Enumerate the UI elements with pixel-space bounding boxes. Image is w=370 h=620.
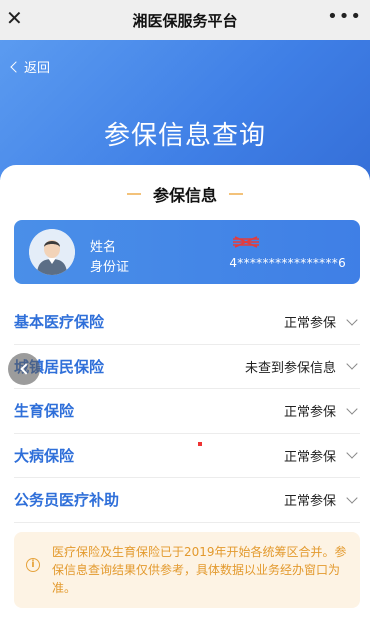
chevron-left-icon <box>19 363 32 375</box>
redacted-name <box>233 236 259 248</box>
chevron-down-icon <box>346 403 358 415</box>
app-title: 湘医保服务平台 <box>132 11 238 30</box>
notice-box: i 医疗保险及生育保险已于2019年开始各统筹区合并。参保信息查询结果仅供参考，… <box>14 532 360 608</box>
avatar <box>29 229 75 275</box>
hero-banner: 返回 参保信息查询 <box>0 40 370 180</box>
info-icon: i <box>26 558 40 572</box>
back-label: 返回 <box>24 61 51 76</box>
chevron-down-icon <box>346 447 358 459</box>
insurance-name: 大病保险 <box>14 446 75 465</box>
insurance-row-civil-servant[interactable]: 公务员医疗补助 正常参保 <box>14 478 360 523</box>
insurance-status: 正常参保 <box>283 494 336 510</box>
floating-back-button[interactable] <box>8 353 40 385</box>
page-title: 参保信息查询 <box>103 121 266 151</box>
insurance-row-basic-medical[interactable]: 基本医疗保险 正常参保 <box>14 300 360 345</box>
insurance-status: 正常参保 <box>283 449 336 465</box>
chevron-down-icon <box>346 314 358 326</box>
id-label: 身份证 <box>90 260 130 275</box>
insurance-list: 基本医疗保险 正常参保 城镇居民保险 未查到参保信息 生育保险 正常参保 大病保… <box>14 300 360 523</box>
insurance-name: 生育保险 <box>14 402 75 421</box>
insurance-name: 公务员医疗补助 <box>14 491 120 510</box>
insurance-row-critical-illness[interactable]: 大病保险 正常参保 <box>14 434 360 478</box>
decorative-dash <box>229 193 243 195</box>
section-header: 参保信息 <box>0 182 370 206</box>
chevron-left-icon <box>10 60 22 73</box>
name-label: 姓名 <box>90 240 117 255</box>
insurance-row-urban-resident[interactable]: 城镇居民保险 未查到参保信息 <box>14 345 360 389</box>
insurance-name: 基本医疗保险 <box>14 313 105 332</box>
insurance-row-maternity[interactable]: 生育保险 正常参保 <box>14 389 360 434</box>
insurance-status: 正常参保 <box>283 316 336 332</box>
person-card: 姓名 身份证 4****************6 <box>14 220 360 284</box>
close-icon[interactable]: ✕ <box>6 6 23 30</box>
insurance-status: 未查到参保信息 <box>244 360 336 376</box>
notice-text: 医疗保险及生育保险已于2019年开始各统筹区合并。参保信息查询结果仅供参考，具体… <box>52 545 347 595</box>
decorative-dash <box>126 193 141 195</box>
more-icon[interactable]: ••• <box>327 8 362 26</box>
back-button[interactable]: 返回 <box>10 57 51 76</box>
insurance-status: 正常参保 <box>283 405 336 421</box>
top-bar: ✕ 湘医保服务平台 ••• <box>0 0 370 40</box>
id-number: 4****************6 <box>229 256 346 270</box>
red-dot-marker <box>198 442 202 446</box>
chevron-down-icon <box>346 358 358 370</box>
section-title: 参保信息 <box>152 186 217 205</box>
chevron-down-icon <box>346 492 358 504</box>
